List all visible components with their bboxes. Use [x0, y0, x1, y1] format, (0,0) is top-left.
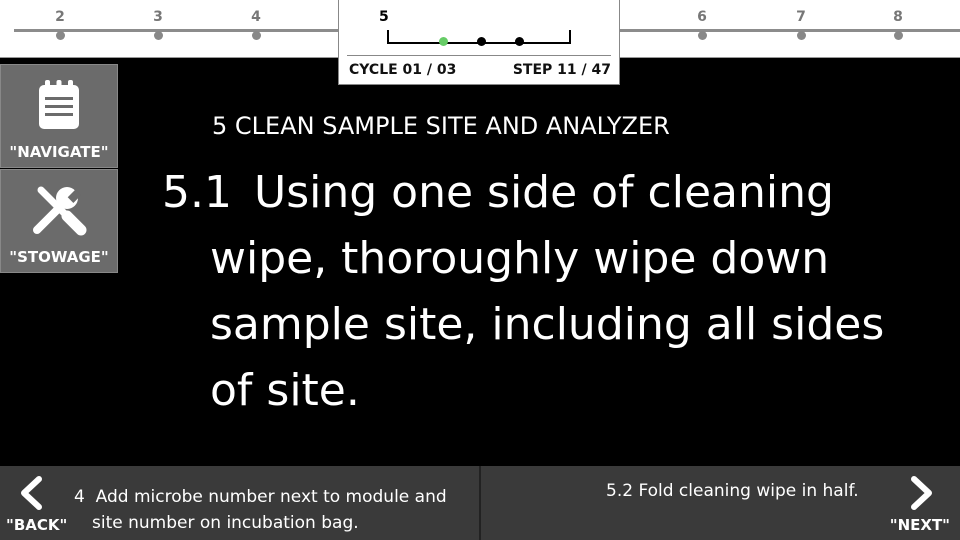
timeline-step-label: 2 [55, 9, 65, 25]
current-section-panel: 5 CYCLE 01 / 03 STEP 11 / 47 [338, 0, 620, 85]
cycle-counter: CYCLE 01 / 03 [349, 62, 457, 78]
stowage-button[interactable]: "STOWAGE" [0, 169, 118, 273]
divider [479, 466, 481, 540]
chevron-left-icon[interactable] [17, 476, 45, 510]
next-step-preview[interactable]: 5.2 Fold cleaning wipe in half. [606, 481, 859, 501]
timeline-step-6[interactable]: 6 [687, 0, 717, 40]
timeline-step-label: 4 [251, 9, 261, 25]
back-button[interactable]: "BACK" [6, 516, 67, 534]
tools-icon [33, 186, 87, 236]
stowage-label: "STOWAGE" [9, 248, 109, 266]
navigate-button[interactable]: "NAVIGATE" [0, 64, 118, 168]
timeline-step-dot [796, 31, 806, 40]
substep-dot[interactable] [477, 37, 486, 46]
timeline-step-label: 3 [153, 9, 163, 25]
section-heading: 5 CLEAN SAMPLE SITE AND ANALYZER [212, 112, 670, 140]
current-section-number: 5 [379, 9, 389, 25]
timeline-step-dot [251, 31, 261, 40]
next-button[interactable]: "NEXT" [890, 516, 950, 534]
timeline-step-dot [55, 31, 65, 40]
previous-step-line1: Add microbe number next to module and [95, 487, 447, 507]
timeline-step-dot [697, 31, 707, 40]
chevron-right-icon[interactable] [908, 476, 936, 510]
clipboard-icon [39, 80, 79, 129]
timeline-step-dot [893, 31, 903, 40]
substep-dot[interactable] [515, 37, 524, 46]
timeline-step-label: 8 [893, 9, 903, 25]
timeline-step-label: 6 [697, 9, 707, 25]
timeline-step-4[interactable]: 4 [241, 0, 271, 40]
bottom-nav-bar: "BACK" 4 Add microbe number next to modu… [0, 466, 960, 540]
timeline-step-8[interactable]: 8 [883, 0, 913, 40]
previous-step-line2: site number on incubation bag. [92, 513, 359, 533]
timeline-step-2[interactable]: 2 [45, 0, 75, 40]
procedure-timeline: 2 3 4 6 7 8 5 CYCLE 01 / 03 STEP 11 / 47 [0, 0, 960, 85]
previous-step-number: 4 [74, 487, 85, 507]
substep-dot-active[interactable] [439, 37, 448, 46]
timeline-step-7[interactable]: 7 [786, 0, 816, 40]
substep-bracket [387, 30, 571, 46]
divider [347, 55, 611, 56]
step-counter: STEP 11 / 47 [512, 62, 611, 78]
timeline-step-dot [153, 31, 163, 40]
previous-step-preview[interactable]: 4 Add microbe number next to module and … [74, 484, 474, 536]
timeline-step-label: 7 [796, 9, 806, 25]
navigate-label: "NAVIGATE" [9, 143, 109, 161]
timeline-step-3[interactable]: 3 [143, 0, 173, 40]
step-instruction: Using one side of cleaning wipe, thoroug… [210, 167, 885, 416]
